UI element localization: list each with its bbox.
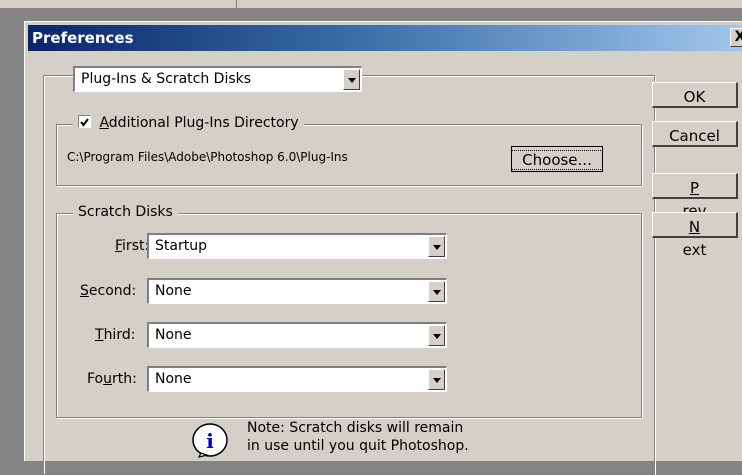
first-disk-value: Startup [155, 238, 207, 254]
fourth-disk-select[interactable]: None [147, 366, 447, 392]
plugins-checkbox-row[interactable]: Additional Plug-Ins Directory [73, 115, 304, 131]
third-disk-select[interactable]: None [147, 322, 447, 348]
chevron-down-icon[interactable] [428, 369, 445, 390]
second-disk-value: None [155, 283, 192, 299]
background-window-strip [0, 0, 742, 9]
first-label: First: [115, 238, 150, 254]
chevron-down-icon[interactable] [343, 69, 360, 90]
cancel-button[interactable]: Cancel [652, 121, 738, 147]
fourth-label: Fourth: [87, 371, 137, 387]
third-disk-value: None [155, 327, 192, 343]
chevron-down-icon[interactable] [428, 325, 445, 346]
title-bar[interactable]: Preferences X [28, 25, 742, 51]
section-select[interactable]: Plug-Ins & Scratch Disks [73, 66, 362, 92]
plugins-checkbox[interactable] [78, 115, 91, 128]
first-disk-select[interactable]: Startup [147, 233, 447, 259]
next-button[interactable]: Next [652, 212, 738, 259]
section-select-value: Plug-Ins & Scratch Disks [81, 71, 252, 87]
preferences-dialog: Preferences X Plug-Ins & Scratch Disks A… [24, 21, 742, 475]
chevron-down-icon[interactable] [428, 281, 445, 302]
scratch-disks-legend: Scratch Disks [73, 204, 178, 220]
window-title: Preferences [32, 29, 134, 47]
choose-button-label: Choose... [511, 150, 603, 170]
choose-button[interactable]: Choose... [511, 146, 603, 172]
plugins-checkbox-label: Additional Plug-Ins Directory [99, 115, 299, 131]
note-line-2: in use until you quit Photoshop. [247, 438, 469, 454]
second-disk-select[interactable]: None [147, 278, 447, 304]
close-button[interactable]: X [730, 28, 742, 47]
ok-button[interactable]: OK [652, 82, 738, 108]
ok-button-label: OK [683, 88, 706, 106]
check-icon [80, 118, 89, 127]
note-line-1: Note: Scratch disks will remain [247, 420, 464, 436]
svg-text:i: i [206, 429, 214, 453]
prev-button[interactable]: Prev [652, 173, 738, 220]
plugins-path: C:\Program Files\Adobe\Photoshop 6.0\Plu… [67, 150, 348, 164]
next-button-label: Next [682, 218, 707, 259]
background-divider [236, 0, 237, 8]
info-icon: i [191, 420, 229, 458]
fourth-disk-value: None [155, 371, 192, 387]
third-label: Third: [95, 327, 136, 343]
cancel-button-label: Cancel [669, 127, 720, 145]
chevron-down-icon[interactable] [428, 236, 445, 257]
second-label: Second: [80, 283, 137, 299]
